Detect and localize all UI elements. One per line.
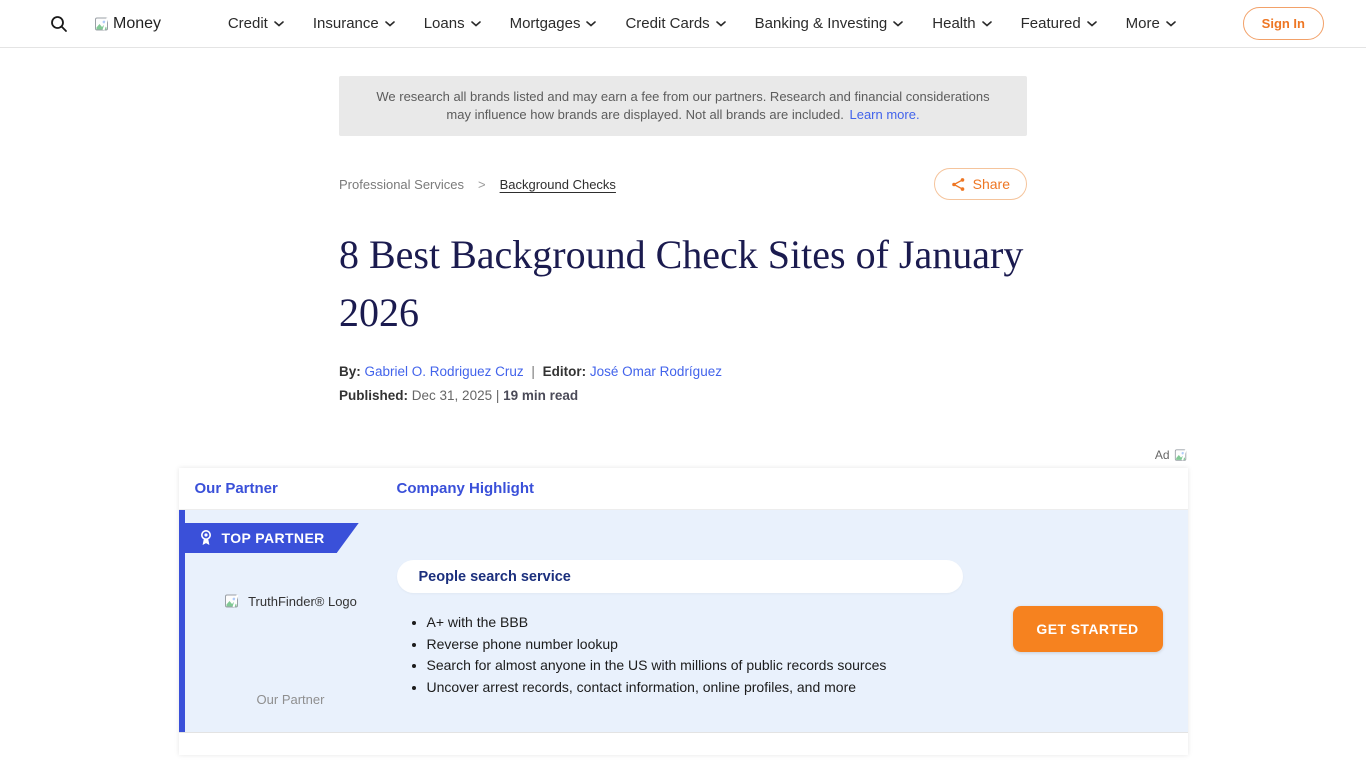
nav-item-health[interactable]: Health xyxy=(932,15,991,32)
nav-item-label: Credit xyxy=(228,15,268,32)
our-partner-column-header: Our Partner xyxy=(195,480,278,497)
ad-label: Ad xyxy=(1155,448,1170,462)
partner-logo-alt-text: TruthFinder® Logo xyxy=(248,594,357,609)
published-line: Published: Dec 31, 2025 | 19 min read xyxy=(339,388,1027,403)
nav-item-insurance[interactable]: Insurance xyxy=(313,15,395,32)
by-label: By: xyxy=(339,364,361,379)
byline-separator: | xyxy=(531,364,535,379)
nav-item-label: Banking & Investing xyxy=(755,15,888,32)
top-partner-ribbon: TOP PARTNER xyxy=(185,523,359,553)
page-title: 8 Best Background Check Sites of January… xyxy=(339,226,1027,342)
top-navigation-bar: Money Credit Insurance Loans Mortgages C… xyxy=(0,0,1366,48)
top-partner-label: TOP PARTNER xyxy=(222,530,325,546)
editor-link[interactable]: José Omar Rodríguez xyxy=(590,364,722,379)
partner-comparison-card: Our Partner Company Highlight TOP PARTNE… xyxy=(179,468,1188,755)
nav-item-mortgages[interactable]: Mortgages xyxy=(510,15,597,32)
nav-item-credit[interactable]: Credit xyxy=(228,15,284,32)
main-nav: Credit Insurance Loans Mortgages Credit … xyxy=(228,15,1176,32)
chevron-down-icon xyxy=(982,21,992,27)
money-logo[interactable]: Money xyxy=(94,15,161,33)
advertiser-disclaimer: We research all brands listed and may ea… xyxy=(339,76,1027,136)
nav-item-featured[interactable]: Featured xyxy=(1021,15,1097,32)
nav-item-label: Loans xyxy=(424,15,465,32)
read-time: 19 min read xyxy=(503,388,578,403)
chevron-down-icon xyxy=(716,21,726,27)
published-label: Published: xyxy=(339,388,408,403)
chevron-down-icon xyxy=(274,21,284,27)
top-partner-row: TOP PARTNER TruthFinder® Logo Our Partne… xyxy=(179,510,1188,732)
highlight-bullet: A+ with the BBB xyxy=(427,612,963,634)
nav-item-label: Credit Cards xyxy=(625,15,709,32)
nav-item-label: Mortgages xyxy=(510,15,581,32)
chevron-down-icon xyxy=(471,21,481,27)
nav-item-more[interactable]: More xyxy=(1126,15,1176,32)
search-icon xyxy=(50,15,68,33)
highlight-bullet-list: A+ with the BBB Reverse phone number loo… xyxy=(427,612,963,698)
ad-disclosure: Ad xyxy=(179,447,1188,462)
nav-item-label: Insurance xyxy=(313,15,379,32)
author-link[interactable]: Gabriel O. Rodriguez Cruz xyxy=(365,364,524,379)
card-header-row: Our Partner Company Highlight xyxy=(179,468,1188,510)
broken-image-icon xyxy=(224,593,240,609)
service-type-pill: People search service xyxy=(397,560,963,593)
partner-caption: Our Partner xyxy=(185,692,397,707)
broken-image-icon xyxy=(1174,448,1188,462)
chevron-down-icon xyxy=(893,21,903,27)
nav-item-label: Featured xyxy=(1021,15,1081,32)
chevron-down-icon xyxy=(586,21,596,27)
share-icon xyxy=(951,177,966,192)
breadcrumb-separator: > xyxy=(478,177,486,192)
learn-more-link[interactable]: Learn more. xyxy=(849,107,919,122)
share-label: Share xyxy=(973,176,1010,192)
published-date: Dec 31, 2025 xyxy=(412,388,492,403)
chevron-down-icon xyxy=(1166,21,1176,27)
award-ribbon-icon xyxy=(199,529,213,547)
next-partner-row-partial xyxy=(179,732,1188,755)
published-separator: | xyxy=(496,388,500,403)
logo-alt-text: Money xyxy=(113,15,161,33)
byline: By: Gabriel O. Rodriguez Cruz | Editor: … xyxy=(339,364,1027,379)
nav-item-credit-cards[interactable]: Credit Cards xyxy=(625,15,725,32)
search-button[interactable] xyxy=(50,15,68,33)
sign-in-button[interactable]: Sign In xyxy=(1243,7,1324,40)
editor-label: Editor: xyxy=(543,364,587,379)
breadcrumb: Professional Services > Background Check… xyxy=(339,177,616,192)
partner-logo[interactable]: TruthFinder® Logo xyxy=(185,593,397,609)
broken-image-icon xyxy=(94,16,110,32)
nav-item-label: More xyxy=(1126,15,1160,32)
breadcrumb-current-link[interactable]: Background Checks xyxy=(500,177,616,192)
nav-item-banking-investing[interactable]: Banking & Investing xyxy=(755,15,904,32)
nav-item-loans[interactable]: Loans xyxy=(424,15,481,32)
chevron-down-icon xyxy=(385,21,395,27)
breadcrumb-parent-link[interactable]: Professional Services xyxy=(339,177,464,192)
highlight-bullet: Uncover arrest records, contact informat… xyxy=(427,677,963,699)
company-highlight-cell: People search service A+ with the BBB Re… xyxy=(397,560,963,698)
get-started-button[interactable]: GET STARTED xyxy=(1013,606,1163,652)
highlight-bullet: Reverse phone number lookup xyxy=(427,634,963,656)
highlight-bullet: Search for almost anyone in the US with … xyxy=(427,655,963,677)
nav-item-label: Health xyxy=(932,15,975,32)
share-button[interactable]: Share xyxy=(934,168,1027,200)
company-highlight-column-header: Company Highlight xyxy=(397,480,535,497)
chevron-down-icon xyxy=(1087,21,1097,27)
breadcrumb-row: Professional Services > Background Check… xyxy=(339,168,1027,200)
